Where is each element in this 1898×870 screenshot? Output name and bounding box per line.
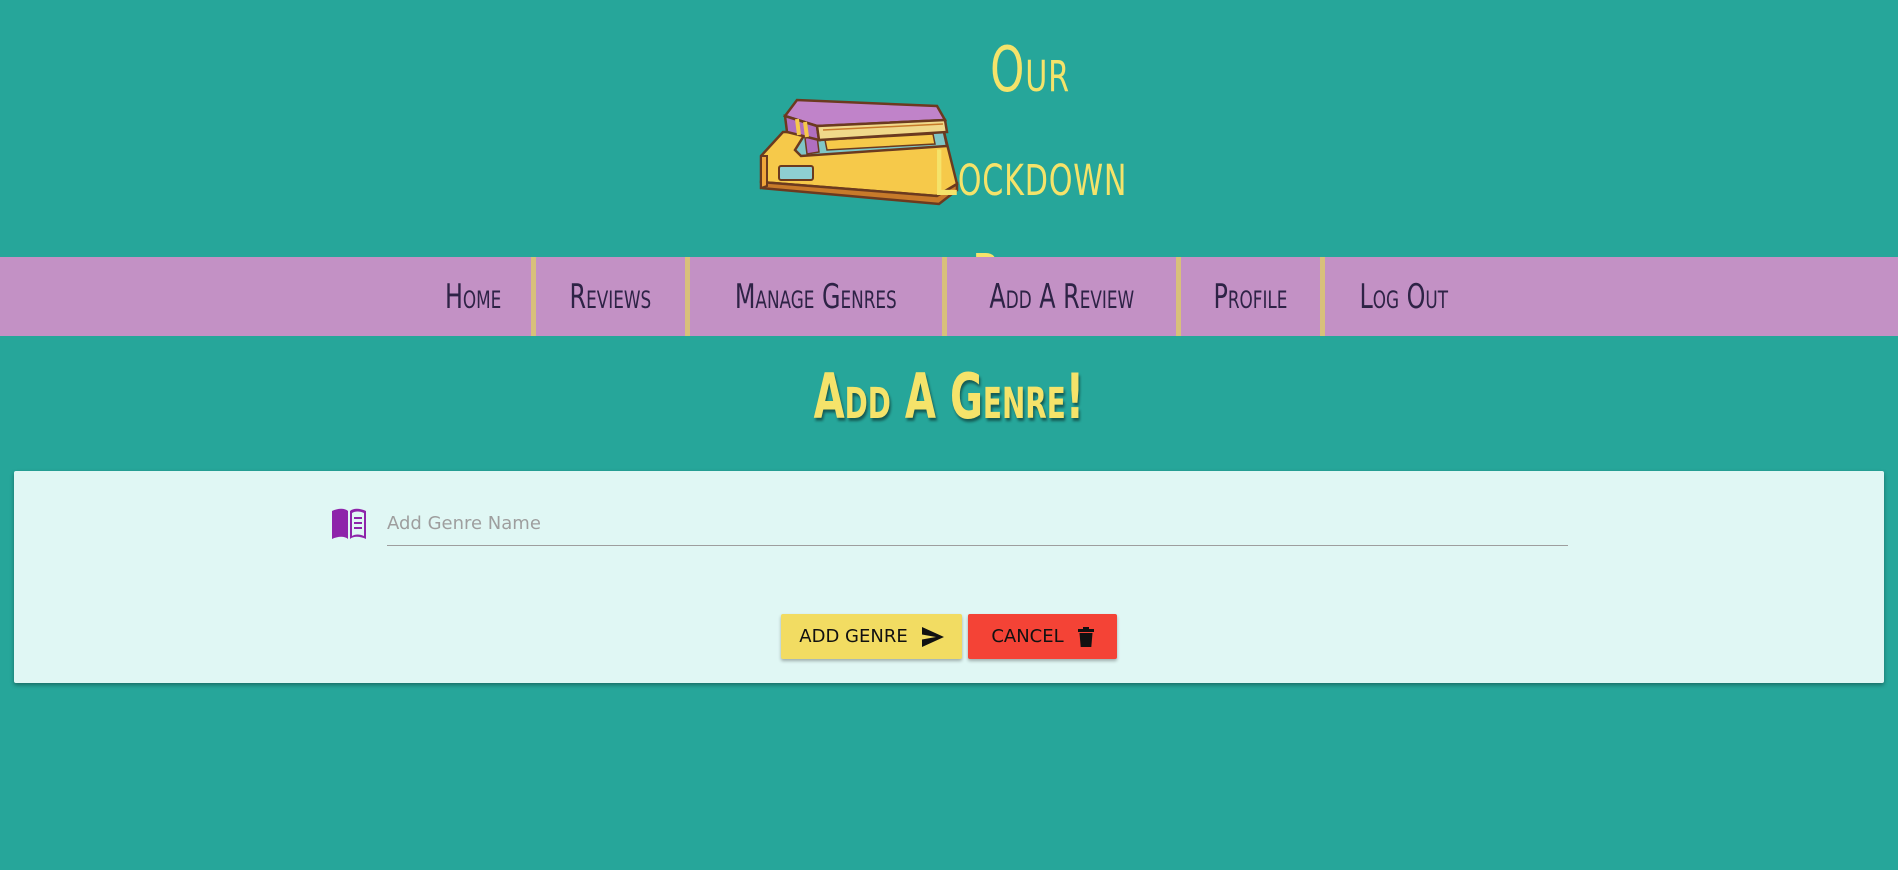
page-title: Add A Genre!: [0, 360, 1898, 433]
add-genre-button-label: ADD GENRE: [799, 626, 908, 647]
cancel-button-label: CANCEL: [991, 626, 1064, 647]
open-book-icon: [332, 508, 366, 539]
site-title-line1: Our Lockdown: [932, 33, 1128, 210]
trash-icon: [1077, 626, 1094, 647]
nav-item-label: Reviews: [570, 276, 652, 317]
site-header: Our Lockdown Reads: [0, 0, 1898, 314]
main-nav: Home Reviews Manage Genres Add A Review …: [0, 257, 1898, 336]
nav-item-label: Home: [445, 276, 502, 317]
nav-item-label: Manage Genres: [735, 276, 897, 317]
page-title-text: Add A Genre!: [813, 360, 1085, 433]
cancel-button[interactable]: CANCEL: [968, 614, 1117, 659]
nav-item-profile[interactable]: Profile: [1181, 257, 1320, 336]
add-genre-form-card: ADD GENRE CANCEL: [14, 471, 1884, 683]
nav-item-label: Add A Review: [989, 276, 1134, 317]
nav-item-label: Log Out: [1359, 276, 1449, 317]
nav-item-home[interactable]: Home: [415, 257, 531, 336]
nav-item-add-review[interactable]: Add A Review: [947, 257, 1177, 336]
nav-item-manage-genres[interactable]: Manage Genres: [690, 257, 942, 336]
nav-item-log-out[interactable]: Log Out: [1325, 257, 1483, 336]
send-icon: [921, 626, 944, 647]
genre-name-input[interactable]: [387, 501, 1568, 546]
nav-item-label: Profile: [1213, 276, 1288, 317]
add-genre-button[interactable]: ADD GENRE: [781, 614, 962, 659]
nav-item-reviews[interactable]: Reviews: [536, 257, 685, 336]
